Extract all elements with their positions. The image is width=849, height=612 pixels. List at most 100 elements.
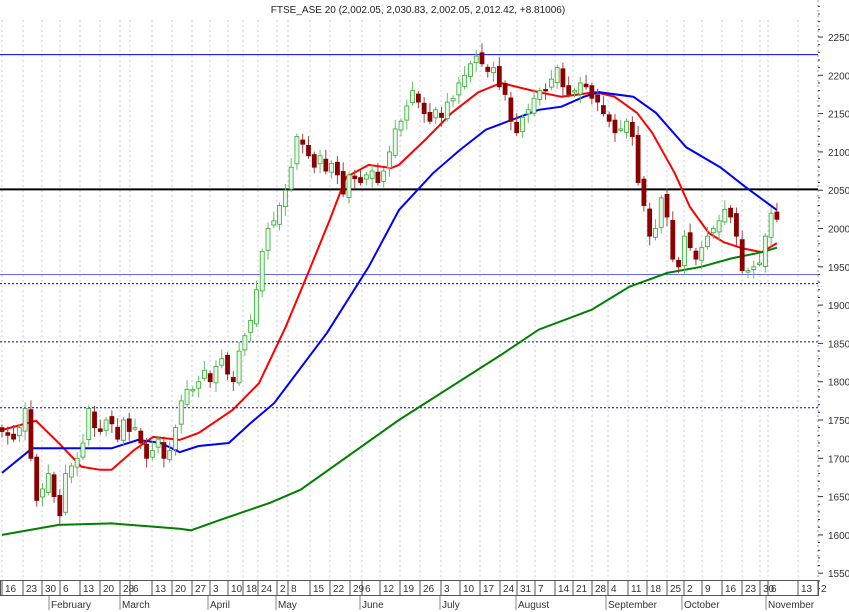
candle-body (699, 247, 705, 261)
x-tick-label: 2 (821, 584, 827, 595)
candle-body (641, 178, 647, 206)
candle-body (433, 109, 439, 119)
candle-body (80, 442, 86, 458)
candle-body (468, 63, 473, 77)
y-tick-label: 1550 (828, 569, 849, 580)
candle-body (676, 259, 681, 268)
candle-body (173, 427, 178, 450)
candle-body (595, 94, 601, 103)
candle-body (92, 411, 97, 429)
candle-body (358, 177, 363, 183)
candle-body (693, 250, 699, 260)
candle-body (155, 438, 161, 448)
x-tick-label: 3 (444, 584, 450, 595)
candle-body (508, 97, 514, 122)
candle-body (491, 67, 496, 74)
candle-body (751, 266, 757, 270)
candle-body (74, 457, 80, 468)
candle-body (375, 171, 381, 183)
y-tick-label: 1850 (828, 339, 849, 350)
candle-body (768, 212, 774, 238)
candle-body (109, 416, 115, 425)
candle-body (184, 388, 190, 405)
candlestick-chart: 1550 1600 1650 1700 1750 1800 1850 1900 1950 2000… (0, 0, 849, 611)
candle-body (514, 122, 520, 134)
candle-body (664, 194, 670, 218)
candle-body (5, 432, 11, 436)
x-tick-label: 11 (631, 584, 642, 595)
x-tick-label: 30 (45, 584, 57, 595)
candle-body (196, 381, 202, 389)
x-tick-label: 21 (576, 584, 588, 595)
candle-body (248, 320, 254, 333)
x-tick-label: 23 (745, 584, 757, 595)
candle-body (103, 419, 109, 431)
x-tick-label: 18 (650, 584, 662, 595)
candle-body (225, 354, 230, 375)
candle-body (473, 55, 479, 64)
x-tick-label: 16 (725, 584, 737, 595)
candle-body (306, 144, 311, 157)
x-tick-label: 2 (687, 584, 693, 595)
candle-body (485, 66, 491, 72)
candle-body (560, 68, 566, 88)
candle-body (577, 82, 583, 95)
candle-body (265, 228, 271, 251)
candle-body (687, 232, 693, 249)
candle-body (387, 151, 392, 169)
candle-body (635, 135, 641, 183)
y-tick-label: 1800 (828, 378, 849, 389)
x-tick-label: 6 (771, 584, 777, 595)
month-label: March (122, 600, 150, 611)
candle-body (121, 419, 126, 441)
y-axis: 1550 1600 1650 1700 1750 1800 1850 1900 1950 2000… (817, 0, 849, 590)
candle-body (381, 170, 387, 182)
candle-body (757, 262, 762, 265)
candle-body (745, 270, 751, 273)
candle-body (606, 114, 612, 122)
y-tick-label: 1700 (828, 454, 849, 465)
y-tick-label: 2000 (828, 225, 849, 236)
candle-body (444, 101, 450, 119)
x-tick-label: 9 (705, 584, 711, 595)
y-tick-label: 2150 (828, 110, 849, 121)
x-tick-label: 6 (365, 584, 371, 595)
candle-body (51, 474, 57, 498)
x-axis: 16 23 30 6 13 20 286 13 20 27 3 10 18 24 2 8 15 22 29 6 12 19… (0, 580, 827, 611)
candle-body (144, 443, 149, 459)
candle-body (537, 90, 543, 100)
y-tick-label: 2100 (828, 148, 849, 159)
candle-body (259, 251, 265, 292)
candle-body (236, 350, 242, 384)
month-label: July (442, 600, 460, 611)
candle-body (242, 335, 248, 351)
candle-body (427, 112, 433, 122)
x-tick-label: 10 (231, 584, 243, 595)
candle-body (774, 211, 780, 220)
x-tick-label: 25 (670, 584, 682, 595)
y-tick-label: 2250 (828, 33, 849, 44)
candle-body (572, 90, 577, 93)
candle-body (543, 89, 548, 92)
month-label: June (362, 600, 384, 611)
candle-body (178, 400, 184, 425)
moving-average-line (1, 81, 778, 471)
candle-body (421, 102, 427, 115)
x-tick-label: 13 (155, 584, 167, 595)
x-tick-label: 4 (611, 584, 617, 595)
candle-body (410, 90, 415, 103)
candle-body (681, 235, 687, 267)
candle-body (161, 442, 167, 459)
x-tick-label: 24 (503, 584, 515, 595)
candle-body (566, 85, 572, 95)
y-tick-label: 2050 (828, 186, 849, 197)
x-tick-label: 14 (558, 584, 570, 595)
candle-body (271, 220, 277, 226)
candle-body (277, 205, 282, 225)
candle-body (670, 220, 676, 260)
y-tick-label: 1750 (828, 416, 849, 427)
y-tick-label: 1600 (828, 531, 849, 542)
x-tick-label: 2 (280, 584, 286, 595)
candle-body (115, 426, 121, 440)
candle-body (126, 418, 132, 432)
